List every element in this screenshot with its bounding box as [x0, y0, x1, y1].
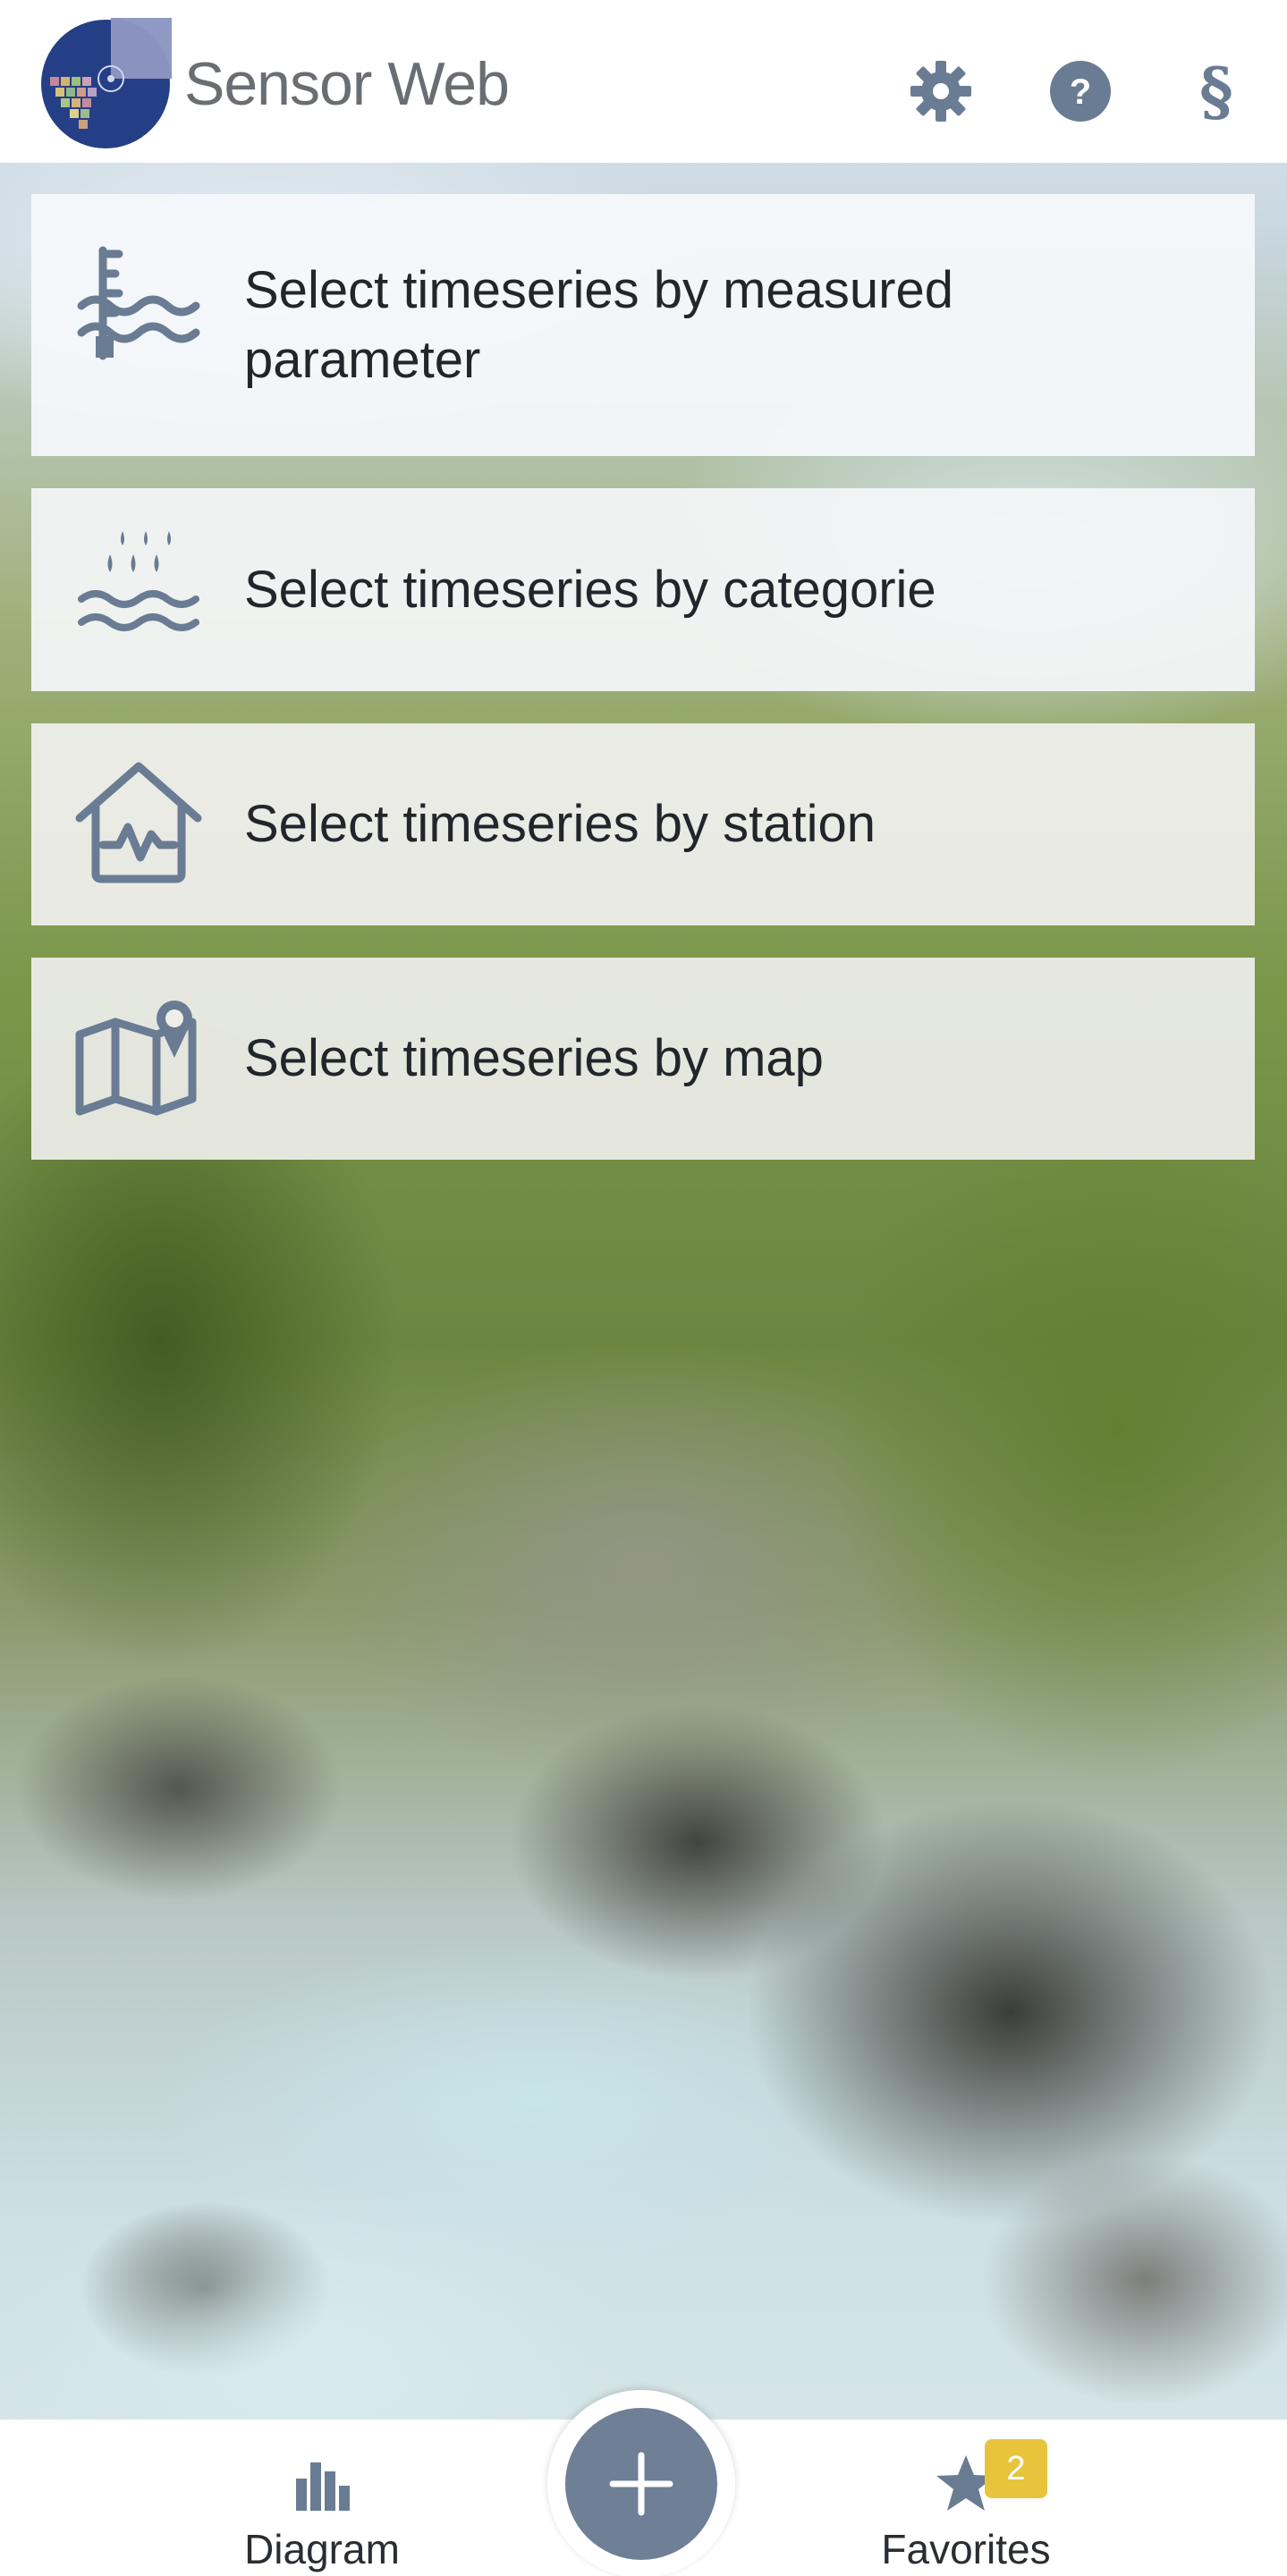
legal-button[interactable]: §	[1181, 55, 1252, 127]
map-pin-icon	[75, 1001, 197, 1116]
sensor-web-logo[interactable]	[36, 13, 179, 150]
station-house-icon	[75, 762, 202, 883]
nav-favorites-label: Favorites	[881, 2526, 1051, 2572]
settings-button[interactable]	[905, 55, 977, 127]
menu-item-measured-parameter[interactable]: Select timeseries by measured parameter	[31, 194, 1255, 456]
section-sign-icon: §	[1199, 53, 1233, 129]
menu-item-label: Select timeseries by map	[244, 1029, 824, 1087]
water-gauge-icon	[77, 246, 200, 360]
menu-item-label: Select timeseries by measured parameter	[244, 260, 953, 389]
app-header: Sensor Web ? §	[0, 0, 1287, 163]
menu-item-label: Select timeseries by categorie	[244, 560, 936, 619]
rain-waves-icon	[78, 531, 199, 631]
app-root: Sensor Web ? § Select timeseries by meas…	[0, 0, 1287, 2576]
nav-diagram-label: Diagram	[244, 2526, 400, 2572]
add-timeseries-button[interactable]	[565, 2408, 717, 2560]
menu-item-map[interactable]: Select timeseries by map	[31, 958, 1255, 1160]
help-button[interactable]: ?	[1045, 55, 1116, 127]
help-glyph: ?	[1070, 72, 1091, 112]
menu-item-categorie[interactable]: Select timeseries by categorie	[31, 488, 1255, 691]
bar-chart-icon	[296, 2462, 350, 2511]
menu-item-label: Select timeseries by station	[244, 795, 876, 853]
nav-favorites[interactable]: 2 Favorites	[859, 2420, 1073, 2576]
menu-item-station[interactable]: Select timeseries by station	[31, 723, 1255, 925]
nav-diagram[interactable]: Diagram	[215, 2420, 429, 2576]
question-mark-icon: ?	[1050, 61, 1111, 122]
favorites-count-badge: 2	[985, 2439, 1047, 2498]
gear-icon	[910, 61, 971, 122]
plus-icon	[609, 2452, 673, 2516]
brand-name: Sensor Web	[184, 50, 510, 118]
